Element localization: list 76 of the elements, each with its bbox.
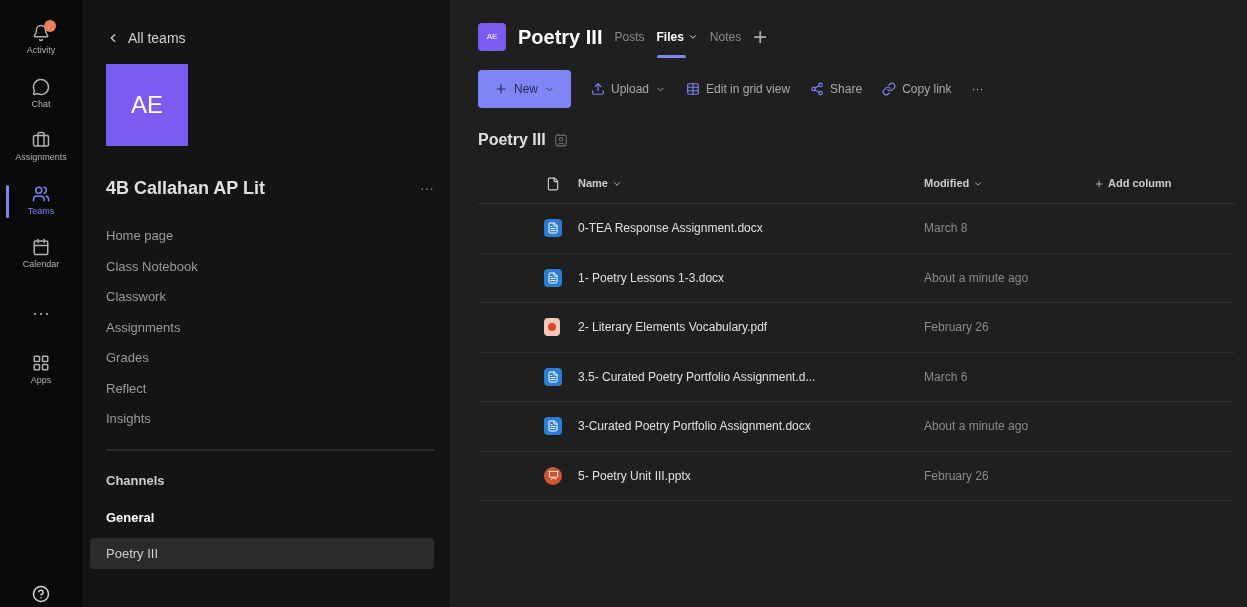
channel-avatar: AE (478, 23, 506, 51)
document-file-icon (544, 268, 562, 287)
people-icon (553, 133, 568, 147)
link-icon (882, 82, 897, 96)
document-file-icon (544, 417, 562, 436)
sidebar-item[interactable]: Class Notebook (106, 256, 434, 276)
file-row[interactable]: 3-Curated Poetry Portfolio Assignment.docx About a minute ago (478, 402, 1235, 452)
help-icon[interactable] (32, 585, 50, 603)
file-name: 5- Poetry Unit III.pptx (578, 467, 692, 485)
file-row[interactable]: 2- Literary Elements Vocabulary.pdf February 26 (478, 303, 1235, 353)
sidebar-item[interactable]: Reflect (106, 378, 434, 398)
toolbar-button[interactable]: Upload (591, 80, 667, 98)
folder-title: Poetry III (478, 130, 546, 150)
file-name: 1- Poetry Lessons 1-3.docx (578, 269, 726, 287)
back-link[interactable]: All teams (106, 28, 434, 48)
add-tab-button[interactable]: + (753, 21, 768, 53)
toolbar-button[interactable]: Copy link (882, 80, 952, 98)
channel-item[interactable]: General (90, 502, 434, 534)
channel-tab[interactable]: Notes (709, 20, 742, 54)
modified-date: About a minute ago (924, 269, 1029, 287)
sidebar-item[interactable]: Insights (106, 409, 434, 429)
presentation-file-icon (544, 466, 562, 485)
file-name: 0-TEA Response Assignment.docx (578, 220, 764, 238)
caret-icon (687, 32, 698, 42)
modified-date: February 26 (924, 319, 989, 337)
plus-icon (1094, 178, 1104, 189)
channel-item[interactable]: Poetry III (90, 537, 434, 569)
team-name: 4B Callahan AP Lit (106, 177, 266, 200)
bell-icon (32, 24, 50, 42)
team-avatar: AE (106, 64, 188, 146)
column-header[interactable]: Modified (924, 175, 1094, 192)
modified-date: February 26 (924, 467, 989, 485)
rail-button[interactable]: Activity (6, 20, 76, 62)
rail-button[interactable]: Apps (6, 349, 76, 391)
channel-title: Poetry III (518, 25, 603, 50)
document-file-icon (544, 367, 562, 386)
file-row[interactable]: 0-TEA Response Assignment.docx March 8 (478, 204, 1235, 254)
add-column-button[interactable]: Add column (1094, 175, 1172, 192)
column-header[interactable]: Name (578, 175, 924, 192)
calendar-icon (32, 238, 50, 256)
share-icon (810, 82, 825, 96)
pdf-file-icon (544, 318, 560, 337)
rail-button[interactable]: ··· (6, 287, 76, 338)
rail-button[interactable]: Chat (6, 73, 76, 115)
modified-date: March 6 (924, 368, 968, 386)
chat-icon (32, 77, 50, 96)
rail-button[interactable]: Assignments (6, 127, 76, 169)
rail-button[interactable]: Teams (6, 180, 76, 222)
modified-date: March 8 (924, 220, 968, 238)
file-name: 3.5- Curated Poetry Portfolio Assignment.d... (578, 368, 817, 386)
sidebar-item[interactable]: Classwork (106, 287, 434, 307)
toolbar-button[interactable]: Edit in grid view (686, 80, 791, 98)
document-file-icon (544, 219, 562, 238)
file-row[interactable]: 5- Poetry Unit III.pptx February 26 (478, 451, 1235, 501)
upload-icon (591, 82, 605, 96)
grid-icon (32, 353, 50, 372)
toolbar-button[interactable]: ··· (971, 80, 984, 98)
sidebar-item[interactable]: Grades (106, 348, 434, 368)
people-icon (32, 184, 50, 203)
briefcase-icon (32, 131, 50, 149)
channel-tab[interactable]: Posts (614, 20, 645, 54)
file-row[interactable]: 1- Poetry Lessons 1-3.docx About a minute ago (478, 253, 1235, 303)
file-name: 3-Curated Poetry Portfolio Assignment.docx (578, 418, 812, 436)
file-type-icon (546, 176, 560, 191)
rail-button[interactable]: Calendar (6, 234, 76, 276)
file-name: 2- Literary Elements Vocabulary.pdf (578, 319, 769, 337)
sidebar-item[interactable]: Assignments (106, 317, 434, 337)
more-button[interactable]: ··· (420, 178, 434, 198)
modified-date: About a minute ago (924, 418, 1029, 436)
channels-heading: Channels (106, 471, 166, 490)
sidebar-item[interactable]: Home page (106, 226, 434, 246)
file-row[interactable]: 3.5- Curated Poetry Portfolio Assignment.d... March 6 (478, 352, 1235, 402)
plus-icon (494, 82, 508, 96)
new-button[interactable]: New (478, 70, 571, 108)
toolbar-button[interactable]: Share (810, 80, 863, 98)
grid-icon (686, 82, 701, 96)
